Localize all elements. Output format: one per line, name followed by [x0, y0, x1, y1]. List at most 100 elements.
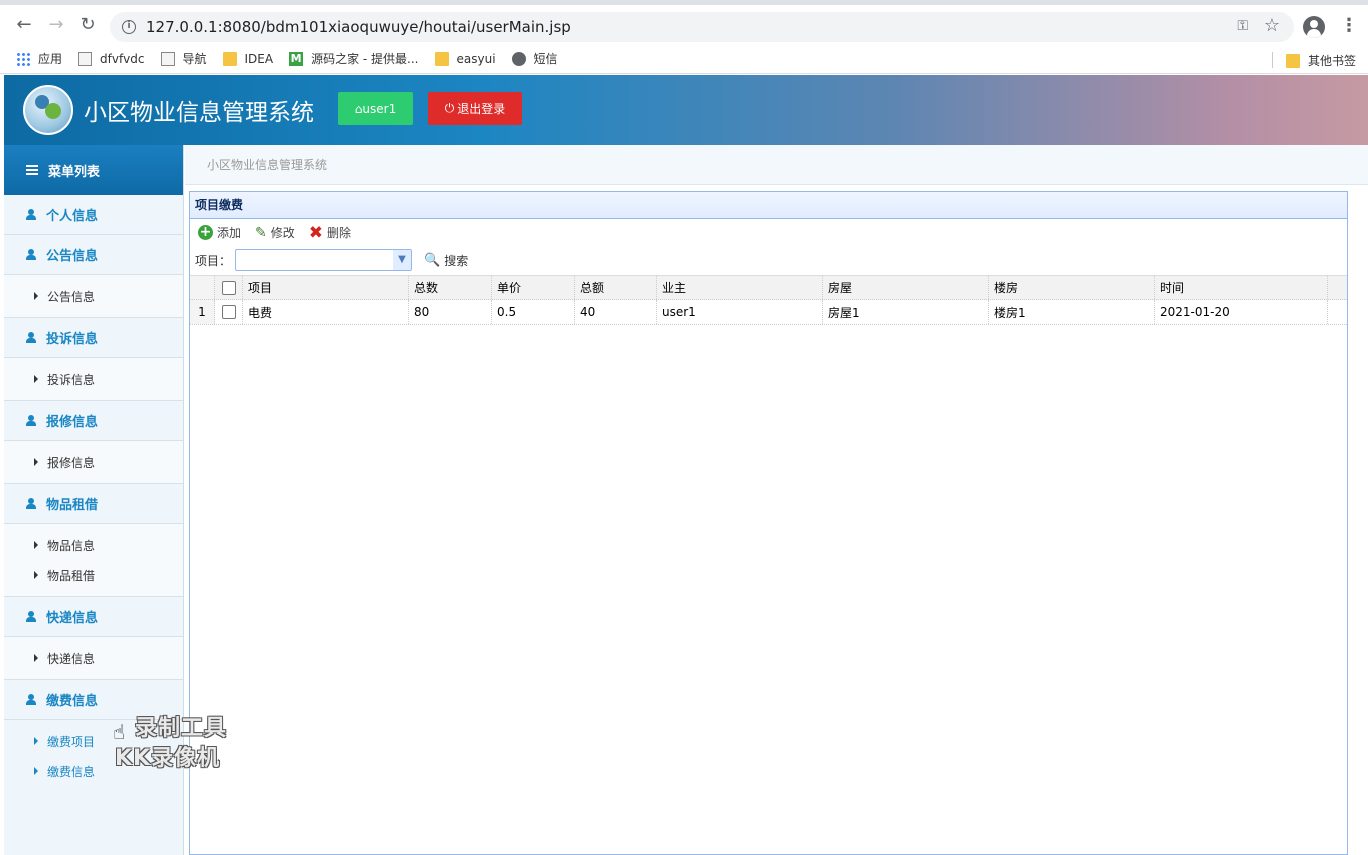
bookmark-easyui[interactable]: easyui: [434, 51, 496, 66]
list-icon: [26, 165, 38, 175]
sidebar-item-goods-rental[interactable]: 物品租借: [4, 560, 183, 590]
globe-icon: [511, 51, 526, 66]
caret-right-icon: [34, 654, 38, 662]
filter-row: 项目： ▼ 🔍 搜索: [190, 246, 1347, 274]
category-label: 缴费信息: [46, 694, 99, 709]
sidebar-item-repair-info[interactable]: 报修信息: [4, 447, 183, 477]
bookmarks-bar: 应用 dfvfvdc 导航 IDEA M 源码之家 - 提供最... easyui…: [0, 44, 1368, 74]
hand-pointer-icon: ☝: [113, 720, 126, 744]
chevron-down-icon[interactable]: ▼: [393, 250, 412, 270]
project-select[interactable]: ▼: [235, 249, 413, 271]
edit-button[interactable]: ✎ 修改: [255, 224, 295, 241]
project-filter-label: 项目：: [195, 253, 232, 268]
bookmark-sms[interactable]: 短信: [511, 50, 558, 67]
search-label: 搜索: [444, 253, 469, 268]
star-icon[interactable]: ☆: [1264, 15, 1280, 36]
sidebar-item-goods-info[interactable]: 物品信息: [4, 530, 183, 560]
bookmark-idea[interactable]: IDEA: [222, 51, 274, 66]
column-header[interactable]: 总额: [575, 276, 657, 299]
forward-arrow-icon[interactable]: →: [40, 9, 72, 41]
table-cell: user1: [657, 300, 823, 324]
category-label: 物品租借: [46, 498, 99, 513]
sidebar-item-complaint-info[interactable]: 投诉信息: [4, 364, 183, 394]
delete-label: 删除: [327, 226, 352, 240]
reload-icon[interactable]: ↻: [72, 9, 104, 41]
sidebar-title: 菜单列表: [48, 164, 101, 180]
pencil-icon: ✎: [255, 224, 267, 241]
category-label: 投诉信息: [46, 332, 99, 347]
row-number-header: [190, 276, 215, 299]
column-header[interactable]: 业主: [657, 276, 823, 299]
search-icon: 🔍: [424, 252, 441, 268]
search-button[interactable]: 🔍 搜索: [424, 252, 468, 269]
sidebar-header: 菜单列表: [4, 145, 183, 195]
sidebar-category-rental[interactable]: 物品租借: [4, 484, 183, 524]
bookmark-nav[interactable]: 导航: [160, 50, 207, 67]
table-cell: 电费: [243, 300, 409, 324]
address-bar[interactable]: i 127.0.0.1:8080/bdm101xiaoquwuye/houtai…: [110, 12, 1294, 42]
sidebar-item-express-info[interactable]: 快递信息: [4, 643, 183, 673]
user-icon: [26, 498, 36, 509]
sidebar-category-personal[interactable]: 个人信息: [4, 195, 183, 235]
key-icon[interactable]: ⚿: [1237, 18, 1248, 34]
user-icon: [26, 694, 36, 705]
sidebar-category-complaint[interactable]: 投诉信息: [4, 318, 183, 358]
select-all-checkbox-cell[interactable]: [215, 276, 243, 299]
users-logo-icon: [23, 85, 73, 135]
more-menu-icon[interactable]: ⋮: [1340, 15, 1358, 36]
caret-right-icon: [34, 767, 38, 775]
item-label: 缴费信息: [47, 764, 96, 779]
category-label: 快递信息: [46, 611, 99, 626]
sidebar-category-notice[interactable]: 公告信息: [4, 235, 183, 275]
column-header[interactable]: 楼房: [989, 276, 1155, 299]
sidebar-group-express: 快递信息: [4, 637, 183, 680]
back-arrow-icon[interactable]: ←: [8, 9, 40, 41]
add-label: 添加: [217, 226, 242, 240]
data-grid: 项目 总数 单价 总额 业主 房屋 楼房 时间 1 电费 80 0.5 40 u…: [190, 275, 1347, 325]
logout-button[interactable]: ⏻ 退出登录: [428, 92, 522, 125]
column-header[interactable]: 房屋: [823, 276, 989, 299]
payment-panel: 项目缴费 + 添加 ✎ 修改 ✖ 删除 项目： ▼ 🔍 搜索 项目 总数 单价 总额 业…: [189, 191, 1348, 855]
caret-right-icon: [34, 292, 38, 300]
bookmark-other[interactable]: 其他书签: [1285, 52, 1356, 69]
row-checkbox-cell[interactable]: [215, 300, 243, 324]
add-button[interactable]: + 添加: [198, 224, 241, 241]
sidebar-category-repair[interactable]: 报修信息: [4, 401, 183, 441]
table-row[interactable]: 1 电费 80 0.5 40 user1 房屋1 楼房1 2021-01-20: [190, 300, 1347, 325]
column-header[interactable]: 单价: [492, 276, 575, 299]
app-title: 小区物业信息管理系统: [84, 100, 314, 126]
add-icon: +: [198, 224, 213, 240]
sidebar-group-notice: 公告信息: [4, 275, 183, 318]
table-cell: 房屋1: [823, 300, 989, 324]
table-cell: 0.5: [492, 300, 575, 324]
sidebar-group-complaint: 投诉信息: [4, 358, 183, 401]
bookmark-label: dfvfvdc: [100, 51, 145, 66]
panel-title: 项目缴费: [190, 192, 1347, 219]
bookmark-label: IDEA: [244, 51, 274, 66]
profile-icon[interactable]: [1303, 16, 1325, 38]
sidebar-category-express[interactable]: 快递信息: [4, 597, 183, 637]
folder-icon: [1285, 53, 1300, 68]
bookmark-source-home[interactable]: M 源码之家 - 提供最...: [289, 50, 419, 67]
info-icon[interactable]: i: [122, 20, 136, 34]
item-label: 物品租借: [47, 568, 96, 583]
url-text[interactable]: 127.0.0.1:8080/bdm101xiaoquwuye/houtai/u…: [146, 18, 571, 36]
column-header[interactable]: 时间: [1155, 276, 1328, 299]
column-header[interactable]: 总数: [409, 276, 492, 299]
category-label: 个人信息: [46, 209, 99, 224]
sidebar-item-notice-info[interactable]: 公告信息: [4, 281, 183, 311]
row-checkbox[interactable]: [221, 305, 236, 319]
column-header[interactable]: 项目: [243, 276, 409, 299]
bookmark-dfvfvdc[interactable]: dfvfvdc: [78, 51, 145, 66]
caret-right-icon: [34, 458, 38, 466]
user-button[interactable]: ⌂ user1: [338, 92, 413, 125]
select-all-checkbox[interactable]: [221, 280, 236, 295]
user-icon: [26, 332, 36, 343]
sidebar-group-repair: 报修信息: [4, 441, 183, 484]
item-label: 报修信息: [47, 455, 96, 470]
watermark-line: 录制工具: [135, 716, 228, 741]
bookmark-apps[interactable]: 应用: [16, 50, 62, 67]
delete-button[interactable]: ✖ 删除: [309, 223, 351, 243]
user-icon: [26, 209, 36, 220]
folder-icon: [434, 51, 449, 66]
